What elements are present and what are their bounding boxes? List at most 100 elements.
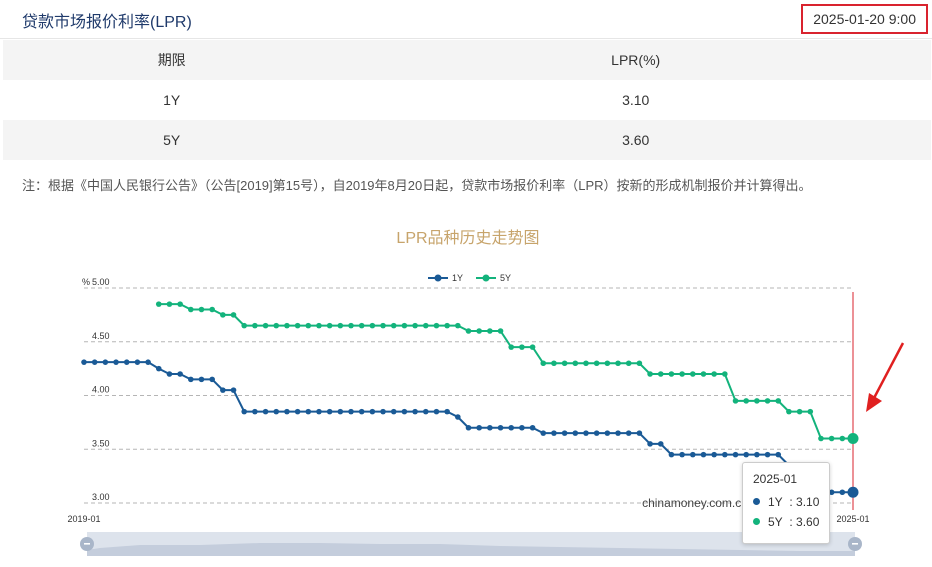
data-point-1y: [262, 408, 269, 415]
data-point-1y: [775, 451, 782, 458]
data-point-1y: [455, 414, 461, 420]
data-point-1y: [209, 376, 215, 383]
data-point-1y: [422, 408, 429, 415]
data-point-5y: [369, 322, 376, 329]
legend-item-1y[interactable]: 1Y: [428, 273, 463, 283]
data-point-1y: [625, 430, 632, 436]
data-point-5y: [561, 360, 568, 367]
y-tick-label: 4.00: [92, 385, 110, 395]
data-point-5y: [294, 322, 301, 329]
data-point-5y: [230, 312, 237, 318]
data-point-5y: [316, 322, 322, 329]
data-point-5y: [732, 398, 739, 404]
data-point-5y: [273, 322, 280, 329]
y-tick-label: 5.00: [92, 277, 110, 287]
data-point-1y: [145, 359, 151, 365]
data-point-5y: [444, 322, 450, 329]
data-point-1y: [305, 408, 312, 415]
data-point-5y: [412, 322, 418, 329]
data-point-5y: [647, 371, 653, 377]
data-point-5y: [337, 322, 344, 329]
data-point-1y: [444, 408, 450, 415]
data-point-5y: [284, 322, 290, 329]
data-point-1y: [519, 424, 525, 431]
series-line-5y: [158, 303, 853, 440]
data-point-5y: [508, 344, 515, 350]
data-point-1y: [284, 408, 290, 415]
data-point-1y: [241, 408, 248, 415]
data-point-1y[interactable]: [847, 486, 859, 498]
legend-item-5y[interactable]: 5Y: [476, 273, 511, 283]
data-point-1y: [316, 408, 322, 415]
legend-dot-5y: [482, 274, 490, 282]
data-point-5y: [700, 371, 707, 377]
legend-dot-1y: [434, 274, 442, 282]
data-point-5y: [615, 360, 621, 367]
data-point-1y: [113, 359, 119, 365]
data-point-5y: [711, 371, 717, 377]
data-point-5y: [636, 360, 643, 367]
data-point-5y: [348, 322, 354, 329]
data-point-1y: [412, 408, 418, 415]
data-point-1y: [754, 451, 760, 458]
chart-grid: [84, 287, 853, 504]
data-point-1y: [593, 430, 600, 436]
data-point-5y: [380, 322, 386, 329]
y-axis-ticks: 5.00 4.50 4.00 3.50 3.00: [92, 277, 110, 502]
x-tick-label: 2025-01: [836, 514, 869, 524]
data-point-1y: [722, 451, 728, 458]
y-tick-label: 3.00: [92, 492, 110, 502]
chart-legend[interactable]: 1Y 5Y: [428, 273, 511, 283]
data-point-5y: [764, 398, 771, 404]
data-point-5y: [358, 322, 365, 329]
data-point-5y: [722, 371, 728, 377]
data-point-1y: [177, 371, 183, 377]
data-point-5y: [583, 360, 589, 367]
data-point-1y: [743, 451, 749, 458]
data-point-1y: [551, 430, 557, 436]
data-point-1y: [604, 430, 611, 436]
data-point-5y: [198, 306, 205, 313]
data-point-1y: [155, 365, 162, 372]
data-point-1y: [572, 430, 579, 436]
data-point-5y: [476, 328, 482, 334]
data-point-5y: [166, 301, 173, 307]
data-point-5y: [209, 306, 215, 313]
data-point-5y: [689, 371, 696, 377]
tooltip-series-name: 5Y: [768, 515, 783, 529]
data-point-1y: [230, 387, 237, 393]
data-point-5y: [252, 322, 258, 329]
data-point-5y: [818, 435, 824, 442]
data-point-1y: [220, 387, 226, 393]
watermark: chinamoney.com.cn: [642, 496, 748, 510]
data-point-1y: [123, 359, 130, 365]
legend-label-1y: 1Y: [452, 273, 463, 283]
data-point-5y[interactable]: [847, 433, 859, 444]
data-point-5y: [305, 322, 312, 329]
data-point-1y: [508, 424, 515, 431]
tooltip-value: 3.60: [796, 515, 820, 529]
data-point-1y: [390, 408, 397, 415]
data-point-1y: [198, 376, 205, 383]
data-point-1y: [81, 359, 87, 365]
data-point-1y: [358, 408, 365, 415]
data-point-1y: [487, 424, 493, 431]
tooltip-separator: :: [789, 515, 793, 529]
data-point-5y: [177, 301, 183, 307]
data-point-1y: [615, 430, 621, 436]
data-point-1y: [657, 441, 664, 447]
data-point-1y: [102, 359, 109, 365]
data-point-5y: [572, 360, 579, 367]
data-point-5y: [668, 371, 675, 377]
data-point-1y: [166, 371, 173, 377]
data-point-1y: [700, 451, 707, 458]
tooltip-value: 3.10: [796, 495, 820, 509]
data-point-5y: [220, 312, 226, 318]
tooltip-dot-5y: [753, 518, 760, 526]
data-point-5y: [465, 328, 472, 334]
data-point-5y: [551, 360, 557, 367]
data-point-5y: [604, 360, 611, 367]
data-point-1y: [679, 451, 685, 458]
data-point-5y: [807, 408, 814, 415]
data-point-1y: [529, 424, 536, 431]
